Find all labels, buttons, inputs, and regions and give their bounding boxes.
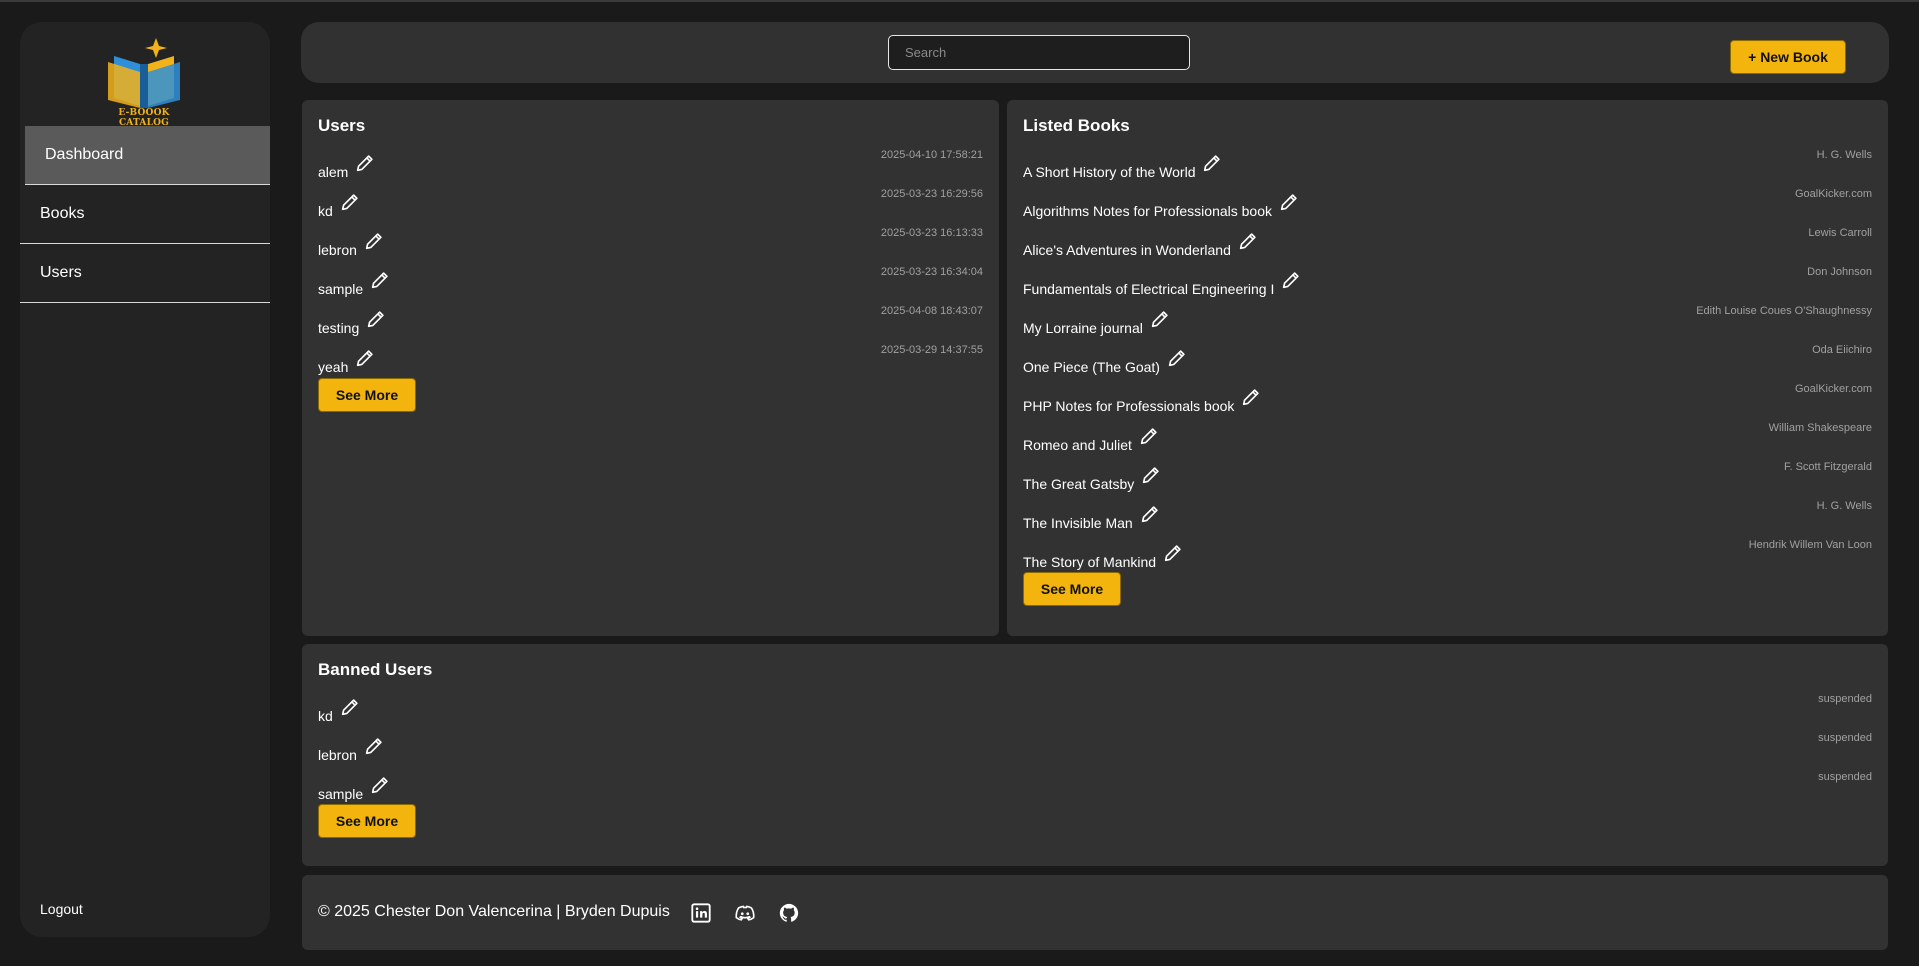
book-name[interactable]: Fundamentals of Electrical Engineering I (1023, 281, 1274, 297)
edit-pencil-icon[interactable] (369, 269, 391, 291)
book-meta: Hendrik Willem Van Loon (1748, 539, 1872, 551)
user-meta: 2025-03-23 16:29:56 (880, 188, 983, 200)
user-name[interactable]: testing (318, 320, 359, 336)
books-panel: Listed Books A Short History of the Worl… (1007, 100, 1888, 636)
book-meta: F. Scott Fitzgerald (1783, 461, 1872, 473)
edit-pencil-icon[interactable] (1237, 230, 1259, 252)
edit-pencil-icon[interactable] (339, 191, 361, 213)
footer-copyright: © 2025 Chester Don Valencerina | Bryden … (318, 903, 670, 920)
users-panel: Users alem 2025-04-10 17:58:21 kd 2025-03-2… (302, 100, 999, 636)
user-name[interactable]: sample (318, 281, 363, 297)
banned-users-panel: Banned Users kd suspended lebron suspended s… (302, 644, 1888, 866)
discord-icon[interactable] (734, 902, 756, 924)
new-book-button[interactable]: + New Book (1730, 40, 1846, 74)
banned-title: Banned Users (318, 660, 433, 679)
edit-pencil-icon[interactable] (1166, 347, 1188, 369)
banned-user-meta: suspended (1818, 771, 1872, 783)
github-icon[interactable] (778, 902, 800, 924)
book-meta: GoalKicker.com (1794, 383, 1872, 395)
book-meta: Oda Eiichiro (1812, 344, 1872, 356)
linkedin-icon[interactable] (690, 902, 712, 924)
book-name[interactable]: My Lorraine journal (1023, 320, 1143, 336)
footer: © 2025 Chester Don Valencerina | Bryden … (302, 875, 1888, 950)
book-meta: Don Johnson (1807, 266, 1872, 278)
user-meta: 2025-03-23 16:34:04 (880, 266, 983, 278)
user-meta: 2025-04-10 17:58:21 (880, 149, 983, 161)
logout-link[interactable]: Logout (40, 901, 83, 917)
edit-pencil-icon[interactable] (1240, 386, 1262, 408)
book-name[interactable]: Romeo and Juliet (1023, 437, 1132, 453)
edit-pencil-icon[interactable] (1149, 308, 1171, 330)
user-name[interactable]: yeah (318, 359, 348, 375)
books-title: Listed Books (1023, 116, 1130, 135)
logo-text: E-BOOOK CATALOG (118, 108, 170, 128)
sidebar-item-books[interactable]: Books (20, 185, 270, 244)
book-name[interactable]: The Invisible Man (1023, 515, 1133, 531)
edit-pencil-icon[interactable] (354, 347, 376, 369)
book-meta: Edith Louise Coues O'Shaughnessy (1696, 305, 1872, 317)
user-meta: 2025-03-29 14:37:55 (880, 344, 983, 356)
user-meta: 2025-03-23 16:13:33 (880, 227, 983, 239)
sidebar-nav: Dashboard Books Users (20, 126, 270, 303)
book-meta: H. G. Wells (1816, 500, 1872, 512)
banned-user-meta: suspended (1818, 732, 1872, 744)
book-name[interactable]: Algorithms Notes for Professionals book (1023, 203, 1272, 219)
banned-see-more-button[interactable]: See More (318, 804, 416, 838)
search-input[interactable] (888, 35, 1190, 70)
user-name[interactable]: alem (318, 164, 348, 180)
top-bar: + New Book (301, 22, 1889, 83)
edit-pencil-icon[interactable] (1140, 464, 1162, 486)
edit-pencil-icon[interactable] (365, 308, 387, 330)
book-meta: H. G. Wells (1816, 149, 1872, 161)
user-name[interactable]: lebron (318, 242, 357, 258)
banned-user-name[interactable]: lebron (318, 747, 357, 763)
app-logo[interactable]: E-BOOOK CATALOG (94, 34, 194, 128)
banned-user-name[interactable]: sample (318, 786, 363, 802)
book-name[interactable]: The Great Gatsby (1023, 476, 1134, 492)
users-see-more-button[interactable]: See More (318, 378, 416, 412)
book-name[interactable]: One Piece (The Goat) (1023, 359, 1160, 375)
book-name[interactable]: A Short History of the World (1023, 164, 1195, 180)
edit-pencil-icon[interactable] (1201, 152, 1223, 174)
users-title: Users (318, 116, 366, 135)
book-logo-icon (108, 38, 180, 108)
sidebar: E-BOOOK CATALOG Dashboard Books Users Lo… (20, 22, 270, 937)
banned-user-name[interactable]: kd (318, 708, 333, 724)
book-name[interactable]: The Story of Mankind (1023, 554, 1156, 570)
edit-pencil-icon[interactable] (369, 774, 391, 796)
sidebar-item-users[interactable]: Users (20, 244, 270, 303)
edit-pencil-icon[interactable] (1278, 191, 1300, 213)
edit-pencil-icon[interactable] (339, 696, 361, 718)
user-name[interactable]: kd (318, 203, 333, 219)
edit-pencil-icon[interactable] (1162, 542, 1184, 564)
edit-pencil-icon[interactable] (363, 230, 385, 252)
banned-user-meta: suspended (1818, 693, 1872, 705)
book-name[interactable]: PHP Notes for Professionals book (1023, 398, 1234, 414)
book-meta: William Shakespeare (1768, 422, 1872, 434)
user-meta: 2025-04-08 18:43:07 (880, 305, 983, 317)
edit-pencil-icon[interactable] (1139, 503, 1161, 525)
books-see-more-button[interactable]: See More (1023, 572, 1121, 606)
book-meta: GoalKicker.com (1794, 188, 1872, 200)
edit-pencil-icon[interactable] (354, 152, 376, 174)
edit-pencil-icon[interactable] (1280, 269, 1302, 291)
edit-pencil-icon[interactable] (363, 735, 385, 757)
book-meta: Lewis Carroll (1808, 227, 1872, 239)
edit-pencil-icon[interactable] (1138, 425, 1160, 447)
book-name[interactable]: Alice's Adventures in Wonderland (1023, 242, 1231, 258)
sidebar-item-dashboard[interactable]: Dashboard (25, 126, 270, 185)
